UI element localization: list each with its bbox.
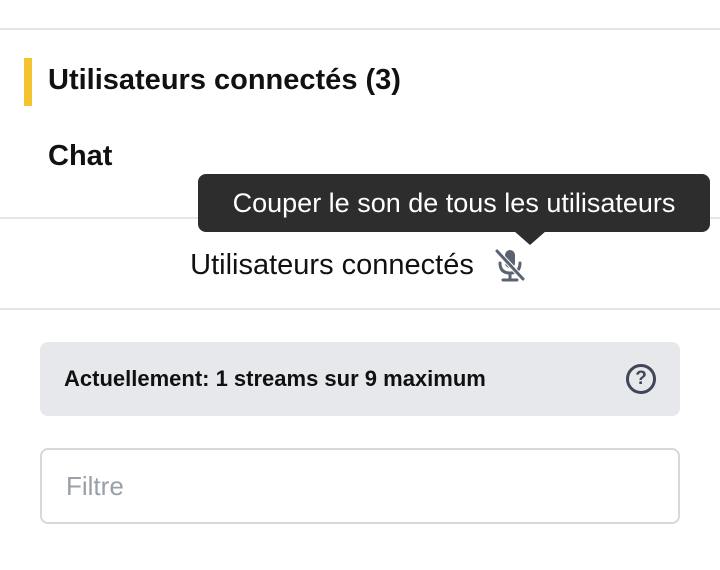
mute-all-button[interactable] — [490, 245, 530, 285]
mute-all-tooltip: Couper le son de tous les utilisateurs — [198, 174, 710, 232]
streams-info-text: Actuellement: 1 streams sur 9 maximum — [64, 366, 486, 391]
section-header: Utilisateurs connectés — [0, 240, 720, 290]
section-divider — [0, 308, 720, 310]
top-divider — [0, 28, 720, 30]
streams-info-box: Actuellement: 1 streams sur 9 maximum ? — [40, 342, 680, 416]
tab-chat[interactable]: Chat — [48, 140, 112, 173]
tab-connected-users[interactable]: Utilisateurs connectés (3) — [48, 64, 401, 97]
section-title: Utilisateurs connectés — [190, 248, 474, 281]
tooltip-arrow — [514, 231, 546, 245]
active-tab-indicator — [24, 58, 32, 106]
filter-input[interactable] — [40, 448, 680, 524]
question-circle-icon[interactable]: ? — [626, 364, 656, 394]
microphone-muted-icon — [494, 248, 526, 282]
